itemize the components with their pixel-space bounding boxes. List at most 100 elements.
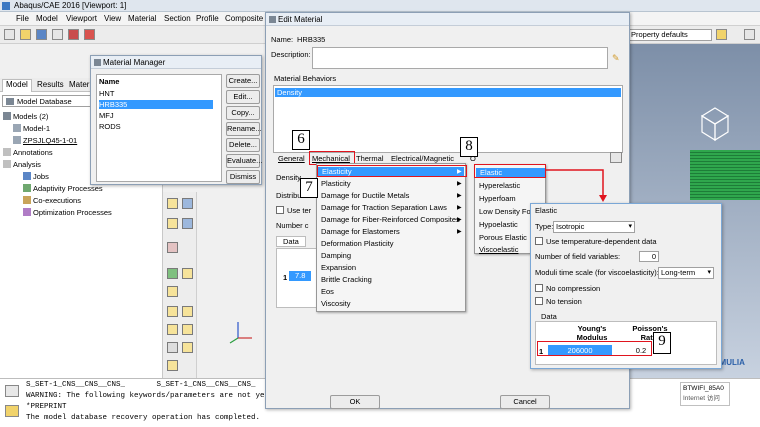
delete-button[interactable]: Delete... <box>226 138 260 152</box>
material-list[interactable]: Name HNT HRB335 MFJ RODS <box>96 74 222 182</box>
menu-item-viscoelastic[interactable]: Viscoelastic <box>479 245 518 254</box>
menu-item-porous-elastic[interactable]: Porous Elastic <box>479 233 527 242</box>
menu-item-deformation-plasticity[interactable]: Deformation Plasticity <box>321 239 394 248</box>
tree-item-models[interactable]: Models (2) <box>3 112 48 121</box>
menu-item-damage-fiber[interactable]: Damage for Fiber-Reinforced Composites <box>321 215 460 224</box>
elastic-highlight <box>474 164 546 178</box>
tree-item-analysis[interactable]: Analysis <box>3 160 41 169</box>
material-item-rods[interactable]: RODS <box>99 122 121 131</box>
type-select[interactable]: Isotropic <box>553 221 635 233</box>
menu-profile[interactable]: Profile <box>196 14 219 23</box>
add-icon[interactable] <box>167 268 178 279</box>
menu-item-damping[interactable]: Damping <box>321 251 351 260</box>
pointer-icon[interactable] <box>68 29 79 40</box>
behavior-density[interactable]: Density <box>275 88 621 97</box>
analysis-icon <box>3 160 11 168</box>
use-temp-dependent-checkbox[interactable] <box>535 237 543 245</box>
edit-pencil-icon[interactable]: ✎ <box>612 53 620 64</box>
composite-manager-icon[interactable] <box>182 324 193 335</box>
dismiss-button[interactable]: Dismiss <box>226 170 260 184</box>
cancel-button[interactable]: Cancel <box>500 395 550 409</box>
assign-section-icon[interactable] <box>167 242 178 253</box>
menu-file[interactable]: File <box>16 14 29 23</box>
menu-view[interactable]: View <box>104 14 121 23</box>
edit-button[interactable]: Edit... <box>226 90 260 104</box>
rename-button[interactable]: Rename... <box>226 122 262 136</box>
menu-model[interactable]: Model <box>36 14 58 23</box>
moduli-timescale-select[interactable]: Long-term <box>658 267 714 279</box>
create-section-icon[interactable] <box>167 218 178 229</box>
material-manager-icon[interactable] <box>182 198 193 209</box>
menu-item-damage-traction[interactable]: Damage for Traction Separation Laws <box>321 203 447 212</box>
tab-results[interactable]: Results <box>34 80 67 89</box>
new-file-icon[interactable] <box>4 29 15 40</box>
menu-item-eos[interactable]: Eos <box>321 287 334 296</box>
tree-item-zpsjlq45[interactable]: ZPSJLQ45-1-01 <box>13 136 77 145</box>
menu-item-brittle-cracking[interactable]: Brittle Cracking <box>321 275 372 284</box>
property-defaults-select[interactable]: Property defaults <box>628 29 712 41</box>
tree-item-jobs[interactable]: Jobs <box>23 172 49 181</box>
tree-item-co-executions[interactable]: Co-executions <box>23 196 81 205</box>
tree-item-optimization[interactable]: Optimization Processes <box>23 208 112 217</box>
mechanical-menu: Elasticity ▶ Plasticity ▶ Damage for Duc… <box>316 163 466 312</box>
datum-icon[interactable] <box>182 342 193 353</box>
menu-composite[interactable]: Composite <box>225 14 263 23</box>
tree-item-annotations[interactable]: Annotations <box>3 148 53 157</box>
menu-item-expansion[interactable]: Expansion <box>321 263 356 272</box>
menu-viewport[interactable]: Viewport <box>66 14 97 23</box>
menu-item-hyperelastic[interactable]: Hyperelastic <box>479 181 520 190</box>
copy-button[interactable]: Copy... <box>226 106 260 120</box>
tab-general[interactable]: General <box>278 154 305 163</box>
menu-item-damage-ductile[interactable]: Damage for Ductile Metals <box>321 191 409 200</box>
tree-item-adaptivity[interactable]: Adaptivity Processes <box>23 184 103 193</box>
tab-thermal[interactable]: Thermal <box>356 154 384 163</box>
no-compression-checkbox[interactable] <box>535 284 543 292</box>
composite-icon[interactable] <box>167 324 178 335</box>
field-variables-input[interactable]: 0 <box>639 251 659 262</box>
open-folder-icon[interactable] <box>20 29 31 40</box>
csys-icon[interactable] <box>167 342 178 353</box>
ok-button[interactable]: OK <box>330 395 380 409</box>
description-input[interactable] <box>312 47 608 69</box>
orientation-icon[interactable] <box>182 268 193 279</box>
tab-options-icon[interactable] <box>610 152 622 163</box>
material-behaviors-list[interactable]: Density <box>273 85 623 153</box>
material-item-hnt[interactable]: HNT <box>99 89 114 98</box>
create-button[interactable]: Create... <box>226 74 260 88</box>
use-temperature-checkbox[interactable] <box>276 206 284 214</box>
tab-electrical-magnetic[interactable]: Electrical/Magnetic <box>391 154 454 163</box>
annotation-arrow-icon <box>545 169 607 202</box>
print-icon[interactable] <box>52 29 63 40</box>
partition-icon[interactable] <box>167 360 178 371</box>
menu-item-damage-elastomers[interactable]: Damage for Elastomers <box>321 227 400 236</box>
no-tension-checkbox[interactable] <box>535 297 543 305</box>
material-item-mfj[interactable]: MFJ <box>99 111 114 120</box>
menu-item-hypoelastic[interactable]: Hypoelastic <box>479 220 518 229</box>
tree-item-model-1[interactable]: Model-1 <box>13 124 50 133</box>
menu-section[interactable]: Section <box>164 14 191 23</box>
query-icon[interactable] <box>84 29 95 40</box>
density-cell[interactable]: 7.8 <box>289 271 311 281</box>
help-icon[interactable] <box>744 29 755 40</box>
section-manager-icon[interactable] <box>182 218 193 229</box>
skin-icon[interactable] <box>167 306 178 317</box>
python-tab-icon[interactable] <box>5 405 19 417</box>
callout-9: 9 <box>653 332 671 354</box>
grid-icon[interactable] <box>167 286 178 297</box>
view-cube-icon[interactable] <box>700 106 730 142</box>
message-line-4: The model database recovery operation ha… <box>26 414 261 422</box>
tab-model[interactable]: Model <box>2 79 32 92</box>
menu-item-plasticity[interactable]: Plasticity <box>321 179 351 188</box>
menu-material[interactable]: Material <box>128 14 156 23</box>
save-icon[interactable] <box>36 29 47 40</box>
submenu-arrow-icon: ▶ <box>457 205 462 211</box>
data-tab[interactable]: Data <box>276 236 306 247</box>
create-material-icon[interactable] <box>167 198 178 209</box>
color-code-icon[interactable] <box>716 29 727 40</box>
evaluate-button[interactable]: Evaluate... <box>226 154 262 168</box>
message-tab-icon[interactable] <box>5 385 19 397</box>
material-item-hrb335[interactable]: HRB335 <box>99 100 213 109</box>
menu-item-hyperfoam[interactable]: Hyperfoam <box>479 194 516 203</box>
stringer-icon[interactable] <box>182 306 193 317</box>
menu-item-viscosity[interactable]: Viscosity <box>321 299 350 308</box>
